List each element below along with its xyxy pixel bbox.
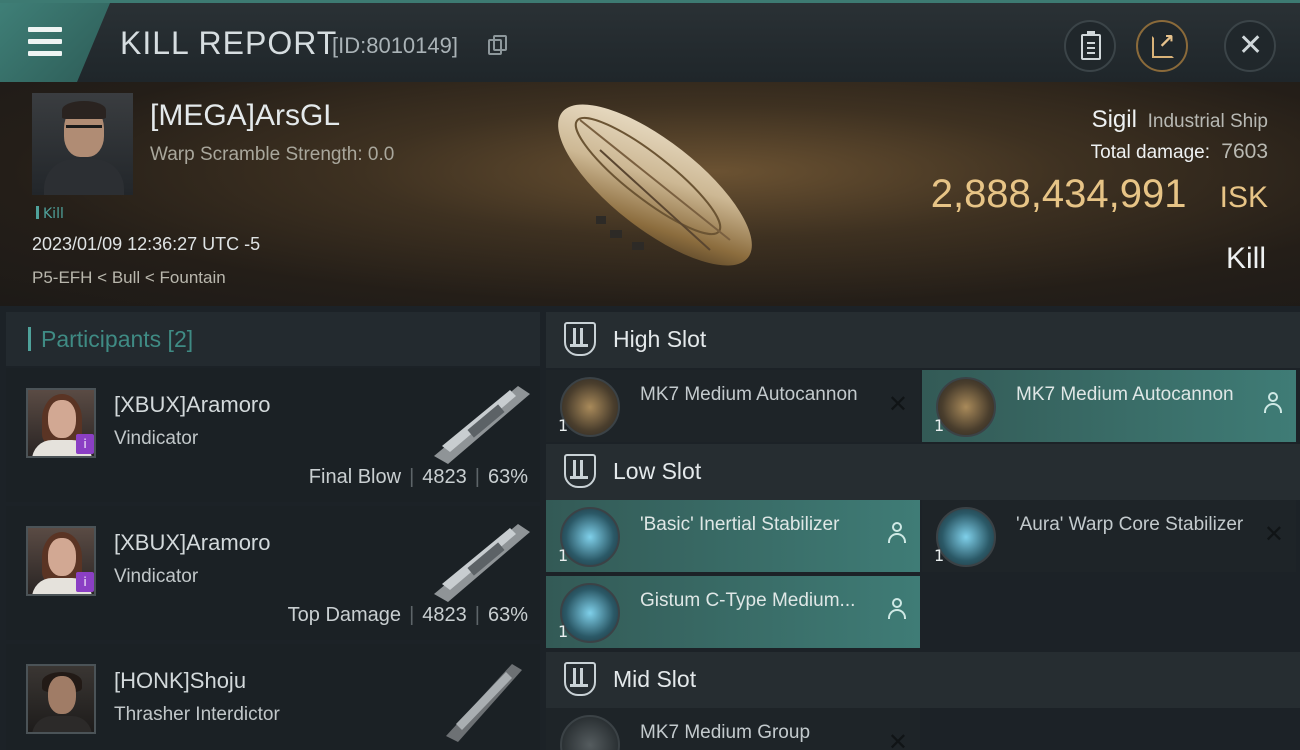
participant-stats: Top Damage | 4823 | 63% [287,604,528,626]
module-item[interactable]: 1 'Aura' Warp Core Stabilizer ✕ [922,500,1296,572]
participant-name: [XBUX]Aramoro [114,530,271,555]
high-slot-header: High Slot [546,312,1300,368]
participant-ship: Vindicator [114,428,199,449]
victim-name[interactable]: [MEGA]ArsGL [150,99,340,133]
participant-ship: Thrasher Interdictor [114,704,280,725]
module-name: Gistum C-Type Medium... [640,590,856,611]
participant-damage: 4823 [422,466,467,488]
kill-datetime: 2023/01/09 12:36:27 UTC -5 [32,234,261,254]
isk-unit: ISK [1219,181,1268,214]
low-slot-header: Low Slot [546,444,1300,500]
kill-result: Kill [1225,242,1266,275]
destroyed-x-icon: ✕ [1263,520,1284,548]
clipboard-icon [1081,31,1101,60]
participants-label: Participants [2] [28,326,193,353]
module-qty: 1 [934,416,945,435]
total-damage-value: 7603 [1221,140,1268,163]
gistum-module-icon [560,583,620,643]
participant-damage: 4823 [422,604,467,626]
corp-badge-icon: i [76,434,94,454]
module-name: MK7 Medium Group [640,722,811,743]
person-icon [888,598,906,620]
autocannon-icon [560,377,620,437]
kill-tag: Kill [36,206,64,222]
module-item[interactable]: 1 MK7 Medium Autocannon ✕ [546,370,920,442]
participant-ship-image [434,386,530,464]
participant-percent: 63% [487,604,528,626]
module-qty: 1 [558,622,569,641]
participant-card[interactable]: i [XBUX]Aramoro Vindicator Top Damage | 48… [6,506,540,640]
slot-icon [564,322,596,356]
participants-panel: Participants [2] i [XBUX]Aramoro Vindica… [6,312,540,750]
inertial-stabilizer-icon [560,507,620,567]
destroyed-x-icon: ✕ [887,390,908,418]
top-bar: KILL REPORT [ID:8010149] ✕ [0,0,1300,82]
slot-label: Low Slot [613,458,702,484]
warp-scramble-strength: Warp Scramble Strength: 0.0 [150,144,395,165]
person-icon [1264,392,1282,414]
participant-ship: Vindicator [114,566,199,587]
menu-button[interactable] [0,3,110,82]
participant-stats: Final Blow | 4823 | 63% [308,466,528,488]
participant-name: [HONK]Shoju [114,668,247,693]
module-icon [560,715,620,750]
total-damage: Total damage: 7603 [1091,140,1268,164]
participant-role: Top Damage [287,604,402,626]
module-name: MK7 Medium Autocannon [1016,384,1234,405]
module-item[interactable]: MK7 Medium Group ✕ [546,708,920,750]
isk-value: 2,888,434,991 ISK [931,172,1268,217]
destroyed-x-icon: ✕ [887,728,908,750]
total-damage-label: Total damage: [1090,142,1210,163]
module-qty: 1 [558,546,569,565]
close-icon: ✕ [1238,28,1264,63]
module-qty: 1 [558,416,569,435]
slot-label: Mid Slot [613,666,697,692]
avatar [26,664,96,734]
autocannon-icon [936,377,996,437]
participant-percent: 63% [487,466,528,488]
share-icon [1152,29,1175,58]
report-id: [ID:8010149] [332,33,458,58]
participant-ship-image [434,524,530,602]
close-button[interactable]: ✕ [1224,20,1276,72]
participants-header[interactable]: Participants [2] [6,312,540,366]
module-item[interactable]: 1 'Basic' Inertial Stabilizer [546,500,920,572]
page-title: KILL REPORT [120,25,338,61]
person-icon [888,522,906,544]
participant-role: Final Blow [308,466,402,488]
participant-ship-image [446,664,522,742]
module-item[interactable]: 1 MK7 Medium Autocannon [922,370,1296,442]
module-name: MK7 Medium Autocannon [640,384,858,405]
kill-location: P5-EFH < Bull < Fountain [32,268,226,287]
clipboard-button[interactable] [1064,20,1116,72]
slot-label: High Slot [613,326,707,352]
victim-portrait[interactable] [32,93,133,195]
slot-icon [564,454,596,488]
module-qty: 1 [934,546,945,565]
copy-icon[interactable] [488,35,507,55]
warp-core-stabilizer-icon [936,507,996,567]
corp-badge-icon: i [76,572,94,592]
mid-slot-header: Mid Slot [546,652,1300,708]
victim-ship-image[interactable] [540,90,770,290]
fitting-panel: High Slot 1 MK7 Medium Autocannon ✕ 1 MK… [546,312,1300,750]
participant-name: [XBUX]Aramoro [114,392,271,417]
isk-amount: 2,888,434,991 [930,172,1187,216]
ship-name: Sigil [1091,106,1137,133]
module-name: 'Basic' Inertial Stabilizer [640,514,840,535]
participant-card[interactable]: i [XBUX]Aramoro Vindicator Final Blow | 48… [6,368,540,502]
module-item[interactable]: 1 Gistum C-Type Medium... [546,576,920,648]
victim-ship-name: Sigil Industrial Ship [1092,106,1268,134]
participant-card[interactable]: [HONK]Shoju Thrasher Interdictor [6,644,540,750]
module-name: 'Aura' Warp Core Stabilizer [1016,514,1244,535]
victim-summary: [MEGA]ArsGL Warp Scramble Strength: 0.0 … [0,82,1300,306]
ship-class: Industrial Ship [1147,111,1268,132]
slot-icon [564,662,596,696]
share-button[interactable] [1136,20,1188,72]
